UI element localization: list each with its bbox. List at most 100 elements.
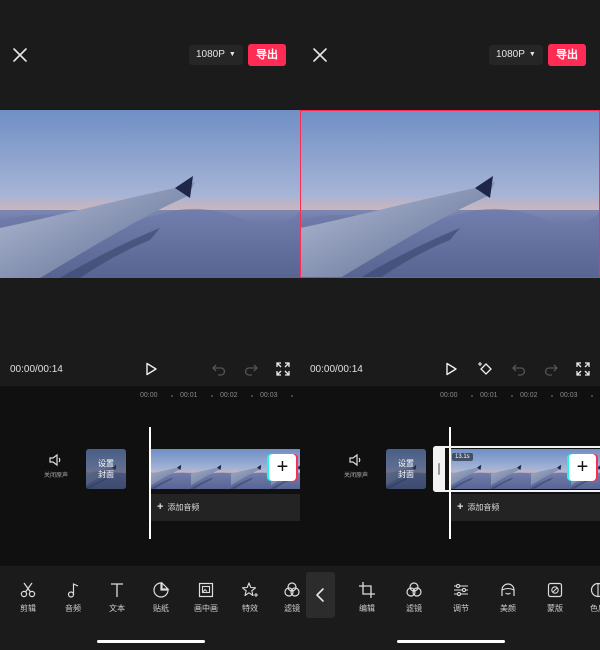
tool-label: 滤镜 [406,604,422,613]
speaker-icon [49,453,61,467]
tool-label: 音频 [65,604,81,613]
tool-mask[interactable]: 蒙版 [535,581,575,614]
ruler-dot [291,395,293,397]
undo-icon[interactable] [511,361,527,377]
play-icon[interactable] [143,361,159,377]
filter-icon [284,582,300,597]
tool-chroma[interactable]: 色度 [578,581,600,614]
resolution-selector[interactable]: 1080P ▼ [489,45,543,65]
tool-sticker[interactable]: 贴纸 [141,581,181,614]
undo-icon[interactable] [211,361,227,377]
tool-label: 贴纸 [153,604,169,613]
scissors-icon [20,582,36,598]
tool-label: 蒙版 [547,604,563,613]
tool-label: 特效 [242,604,258,613]
tool-label: 剪辑 [20,604,36,613]
tool-label: 文本 [109,604,125,613]
add-audio-track[interactable]: + 添加音频 [451,494,600,521]
cover-label-line2: 封面 [398,470,414,479]
close-icon[interactable] [310,45,330,65]
picture-in-picture-icon [198,582,214,598]
ruler-dot [471,395,473,397]
add-audio-label: 添加音频 [467,503,500,512]
playhead[interactable] [149,427,151,539]
resolution-selector[interactable]: 1080P ▼ [189,45,243,65]
sticker-icon [153,581,170,598]
ruler-tick: 00:02 [220,392,238,399]
add-clip-button[interactable]: + [569,454,596,481]
ruler-tick: 00:03 [560,392,578,399]
ruler-tick: 00:03 [260,392,278,399]
sliders-icon [454,583,468,597]
export-button[interactable]: 导出 [548,44,586,66]
tool-label: 调节 [453,604,469,613]
caret-down-icon: ▼ [528,51,536,58]
caret-down-icon: ▼ [228,51,236,58]
ruler-tick: 00:00 [140,392,158,399]
play-icon[interactable] [443,361,459,377]
chevron-left-icon [316,588,324,602]
fullscreen-icon[interactable] [575,361,591,377]
mask-icon [547,582,563,598]
plus-icon: + [157,501,164,513]
beauty-face-icon [501,583,515,596]
tool-edit[interactable]: 剪辑 [8,581,48,614]
close-icon[interactable] [10,45,30,65]
tool-filter[interactable]: 滤镜 [394,581,434,614]
ruler-tick: 00:01 [180,392,198,399]
tool-label: 画中画 [194,604,218,613]
music-note-icon [67,583,79,598]
chroma-icon [590,582,600,598]
tool-text[interactable]: 文本 [97,581,137,614]
tool-filter[interactable]: 滤镜 [272,581,300,614]
text-icon [111,583,123,597]
ruler-dot [211,395,213,397]
mute-label: 关闭原声 [343,473,368,479]
cover-label-line1: 设置 [98,459,114,468]
cover-label-line2: 封面 [98,470,114,479]
playback-timecode: 00:00/00:14 [310,364,363,375]
tool-picture-in-picture[interactable]: 画中画 [186,581,226,614]
ruler-tick: 00:00 [440,392,458,399]
tool-adjust[interactable]: 调节 [441,581,481,614]
add-audio-track[interactable]: + 添加音频 [151,494,300,521]
plus-icon: + [576,456,589,478]
editor-pane-left: 1080P ▼ 导出 00:00/00:14 00:00 00:01 00:02 … [0,0,300,650]
ruler-dot [511,395,513,397]
video-preview-selected[interactable] [300,110,600,278]
mute-label: 关闭原声 [43,473,68,479]
speaker-icon [349,453,361,467]
export-button[interactable]: 导出 [248,44,286,66]
ruler-tick: 00:01 [480,392,498,399]
ruler-dot [551,395,553,397]
keyframe-icon[interactable] [477,361,493,377]
tool-crop-edit[interactable]: 编辑 [347,581,387,614]
back-button[interactable] [306,572,335,618]
cover-label-line1: 设置 [398,459,414,468]
filter-icon [406,582,422,597]
plus-icon: + [276,456,289,478]
clip-trim-handle-left[interactable] [433,446,445,492]
playback-timecode: 00:00/00:14 [10,364,63,375]
tool-label: 美颜 [500,604,516,613]
redo-icon[interactable] [543,361,559,377]
tool-beauty[interactable]: 美颜 [488,581,528,614]
tool-effects[interactable]: 特效 [230,581,270,614]
mute-original-button[interactable]: 关闭原声 [338,453,374,479]
crop-icon [359,582,375,598]
effects-star-icon [241,582,258,597]
tool-label: 色度 [590,604,600,613]
tool-audio[interactable]: 音频 [53,581,93,614]
set-cover-button[interactable]: 设置 封面 [86,449,126,489]
fullscreen-icon[interactable] [275,361,291,377]
set-cover-button[interactable]: 设置 封面 [386,449,426,489]
add-clip-button[interactable]: + [269,454,296,481]
video-preview[interactable] [0,110,300,278]
add-audio-label: 添加音频 [167,503,200,512]
redo-icon[interactable] [243,361,259,377]
ruler-dot [171,395,173,397]
tool-label: 滤镜 [284,604,300,613]
mute-original-button[interactable]: 关闭原声 [38,453,74,479]
home-indicator [97,640,205,643]
editor-pane-right: 1080P ▼ 导出 00:00/00:14 00:00 00:01 00:02 … [300,0,600,650]
